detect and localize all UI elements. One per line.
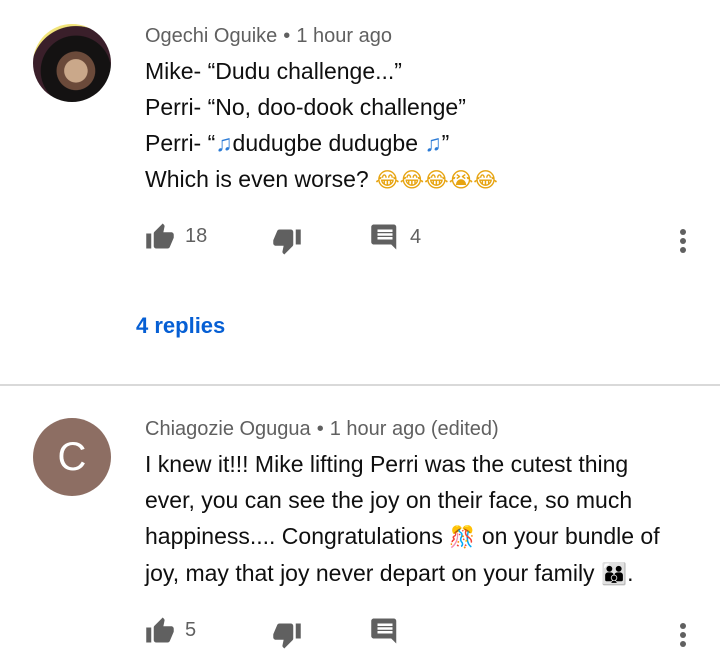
author-name[interactable]: Chiagozie Ogugua bbox=[145, 418, 311, 440]
thumb-up-icon bbox=[146, 617, 174, 643]
comment-fragment: Perri- “ bbox=[145, 130, 216, 156]
more-vert-icon bbox=[680, 623, 686, 647]
music-note-icon: ♫ bbox=[424, 130, 442, 156]
comment-fragment: happiness.... Congratulations bbox=[145, 523, 450, 549]
reply-count: 4 bbox=[410, 225, 422, 248]
comment-fragment: Which is even worse? bbox=[145, 166, 376, 192]
timestamp[interactable]: 1 hour ago (edited) bbox=[330, 418, 499, 440]
comment-2: C Chiagozie Ogugua • 1 hour ago (edited) I… bbox=[0, 386, 720, 658]
more-options-button[interactable] bbox=[679, 228, 687, 259]
view-replies-link[interactable]: 4 replies bbox=[136, 313, 225, 339]
comment-text: Mike- “Dudu challenge...” Perri- “No, do… bbox=[145, 53, 665, 198]
comment-line: happiness.... Congratulations 🎊 on your … bbox=[145, 518, 705, 555]
comment-meta: Ogechi Oguike • 1 hour ago bbox=[145, 25, 392, 48]
confetti-emoji-icon: 🎊 bbox=[449, 525, 476, 549]
comment-line: joy, may that joy never depart on your f… bbox=[145, 555, 705, 592]
reply-button[interactable] bbox=[370, 616, 400, 646]
avatar[interactable] bbox=[33, 24, 111, 102]
music-note-icon: ♫ bbox=[215, 130, 233, 156]
comment-line: ever, you can see the joy on their face,… bbox=[145, 487, 633, 513]
comment-fragment: on your bundle of bbox=[475, 523, 660, 549]
comment-icon bbox=[371, 618, 397, 644]
comment-line: Perri- “No, doo-dook challenge” bbox=[145, 94, 466, 120]
comment-icon bbox=[371, 224, 397, 250]
author-name[interactable]: Ogechi Oguike bbox=[145, 25, 277, 47]
reply-button[interactable]: 4 bbox=[370, 222, 421, 252]
comment-fragment: . bbox=[627, 560, 634, 586]
avatar[interactable]: C bbox=[33, 418, 111, 496]
like-count: 18 bbox=[185, 224, 208, 247]
more-options-button[interactable] bbox=[679, 622, 687, 653]
dislike-button[interactable] bbox=[272, 228, 302, 256]
comment-meta: Chiagozie Ogugua • 1 hour ago (edited) bbox=[145, 418, 499, 441]
comment-line: Perri- “♫dudugbe dudugbe ♫” bbox=[145, 125, 665, 161]
separator-dot: • bbox=[316, 418, 324, 440]
dislike-button[interactable] bbox=[272, 622, 302, 650]
like-button[interactable]: 18 bbox=[145, 222, 207, 250]
more-vert-icon bbox=[680, 229, 686, 253]
comment-text: I knew it!!! Mike lifting Perri was the … bbox=[145, 446, 705, 592]
comment-fragment: dudugbe dudugbe bbox=[232, 130, 425, 156]
thumb-up-icon bbox=[146, 223, 174, 249]
separator-dot: • bbox=[283, 25, 291, 47]
comment-line: I knew it!!! Mike lifting Perri was the … bbox=[145, 451, 629, 477]
comment-1: Ogechi Oguike • 1 hour ago Mike- “Dudu cha… bbox=[0, 0, 720, 384]
timestamp[interactable]: 1 hour ago bbox=[296, 25, 392, 47]
comment-line: Mike- “Dudu challenge...” bbox=[145, 58, 402, 84]
like-button[interactable]: 5 bbox=[145, 616, 196, 644]
comment-line: Which is even worse? 😂😂😂😭😂 bbox=[145, 161, 665, 198]
family-emoji-icon: 👪 bbox=[600, 562, 628, 586]
like-count: 5 bbox=[185, 618, 197, 641]
laughing-emoji-icon: 😂😂😂😭😂 bbox=[375, 168, 498, 192]
comment-fragment: ” bbox=[441, 130, 450, 156]
comment-fragment: joy, may that joy never depart on your f… bbox=[145, 560, 601, 586]
thumb-down-icon bbox=[273, 229, 301, 255]
thumb-down-icon bbox=[273, 623, 301, 649]
